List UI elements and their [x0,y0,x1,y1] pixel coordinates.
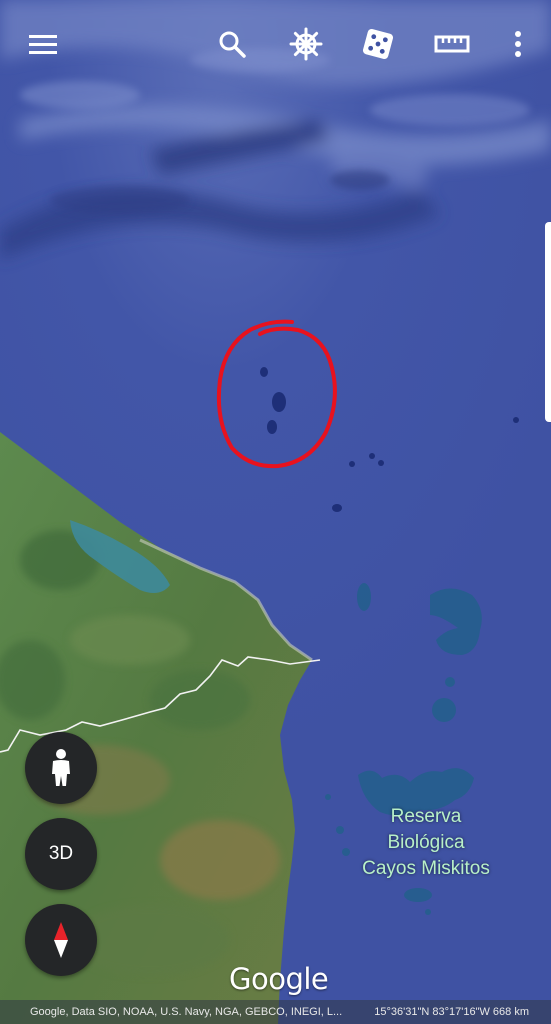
place-label-reserva[interactable]: Reserva Biológica Cayos Miskitos [336,804,516,882]
place-label-line3: Cayos Miskitos [362,858,490,879]
3d-toggle-button[interactable]: 3D [25,818,97,890]
compass-icon [54,922,68,958]
ship-wheel-icon [289,27,323,61]
more-vertical-icon [515,31,521,57]
search-button[interactable] [210,22,254,66]
top-toolbar [0,0,551,86]
compass-button[interactable] [25,904,97,976]
street-view-button[interactable] [25,732,97,804]
menu-button[interactable] [21,22,65,66]
hamburger-menu-icon [29,35,57,54]
search-icon [219,31,246,58]
feeling-lucky-button[interactable] [356,22,400,66]
more-options-button[interactable] [496,22,540,66]
pegman-icon [52,749,70,786]
3d-label: 3D [48,843,74,864]
ruler-icon [434,35,470,53]
place-label-line2: Biológica [387,832,465,853]
measure-button[interactable] [430,22,474,66]
place-label-line1: Reserva [390,806,462,827]
google-logo: Google [229,962,329,996]
voyager-button[interactable] [284,22,328,66]
dice-icon [362,28,394,60]
data-attribution[interactable]: Google, Data SIO, NOAA, U.S. Navy, NGA, … [30,1006,342,1018]
coordinates-readout: 15°36'31"N 83°17'16"W 668 km [374,1006,529,1018]
side-panel-handle[interactable] [545,222,551,422]
attribution-bar: Google, Data SIO, NOAA, U.S. Navy, NGA, … [0,1000,551,1024]
